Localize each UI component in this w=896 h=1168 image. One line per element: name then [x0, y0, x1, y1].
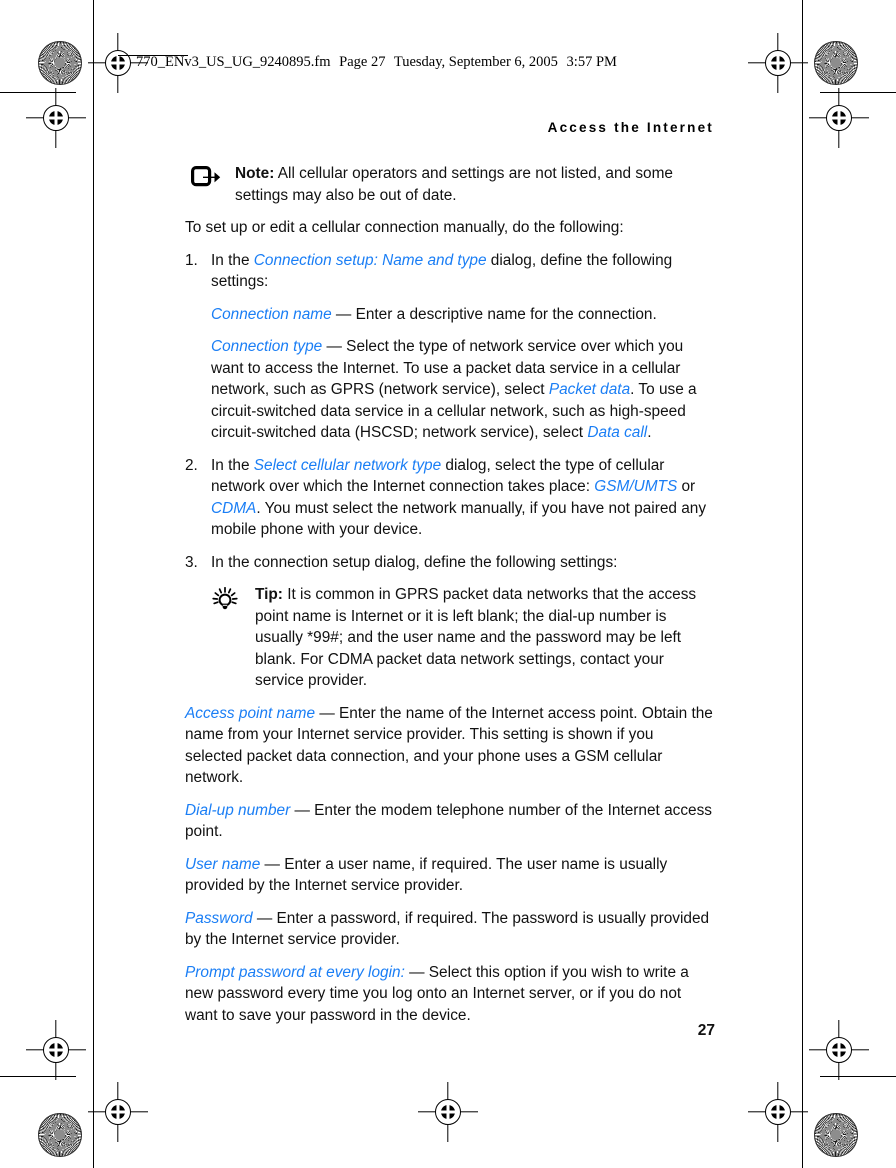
- trim-rule-left-lower: [0, 1076, 76, 1077]
- step2-ui-reference: Select cellular network type: [253, 456, 442, 474]
- step2-lead-a: In the: [211, 456, 254, 474]
- note-callout: Note: All cellular operators and setting…: [185, 163, 715, 206]
- setting-term-connection-name: Connection name: [211, 305, 332, 323]
- setting-body-connection-type-c: .: [647, 424, 652, 441]
- step-number-2: 2.: [185, 456, 198, 474]
- setting-connection-name: Connection name — Enter a descriptive na…: [211, 304, 715, 326]
- setting-password: Password — Enter a password, if required…: [185, 908, 715, 951]
- step-number-3: 3.: [185, 553, 198, 571]
- step-text-2: In the Select cellular network type dial…: [211, 455, 715, 541]
- trim-rule-left-upper: [0, 92, 76, 93]
- list-item: 2. In the Select cellular network type d…: [185, 455, 715, 541]
- list-item: 3. In the connection setup dialog, defin…: [185, 552, 715, 574]
- trim-rule-right-lower: [820, 1076, 896, 1077]
- note-arrow-icon: [191, 166, 221, 193]
- step-number-1: 1.: [185, 251, 198, 269]
- note-body: All cellular operators and settings are …: [235, 165, 673, 204]
- setting-access-point-name: Access point name — Enter the name of th…: [185, 703, 715, 789]
- step1-ui-reference: Connection setup: Name and type: [253, 251, 487, 269]
- note-text: Note: All cellular operators and setting…: [235, 163, 715, 206]
- setting-term-password: Password: [185, 909, 253, 927]
- setting-prompt-password: Prompt password at every login: — Select…: [185, 962, 715, 1027]
- slug-time: 3:57 PM: [566, 54, 617, 70]
- note-label: Note:: [235, 165, 275, 182]
- document-content: Access the Internet Note: All cellular o…: [185, 120, 715, 1037]
- step2-tail: . You must select the network manually, …: [211, 499, 707, 539]
- page-edge-left-rule: [93, 0, 94, 1168]
- setting-body-password: — Enter a password, if required. The pas…: [185, 909, 710, 949]
- slug-filename: 770_ENv3_US_UG_9240895.fm: [136, 54, 331, 70]
- setting-term-prompt-password: Prompt password at every login:: [185, 963, 405, 981]
- starburst-mark-top-right: [814, 41, 858, 85]
- ui-reference-cdma: CDMA: [211, 499, 257, 517]
- tip-callout: Tip: It is common in GPRS packet data ne…: [185, 584, 715, 692]
- slug-line: 770_ENv3_US_UG_9240895.fm Page 27 Tuesda…: [136, 54, 617, 71]
- page-number: 27: [697, 1022, 715, 1039]
- running-head: Access the Internet: [547, 120, 714, 135]
- slug-page-label: Page 27: [339, 54, 386, 70]
- starburst-mark-top-left: [38, 41, 82, 85]
- step2-mid: or: [677, 478, 696, 495]
- list-item: 1. In the Connection setup: Name and typ…: [185, 250, 715, 293]
- setting-term-user-name: User name: [185, 855, 261, 873]
- printed-page: 770_ENv3_US_UG_9240895.fm Page 27 Tuesda…: [0, 0, 896, 1168]
- tip-text: Tip: It is common in GPRS packet data ne…: [255, 584, 715, 692]
- setting-dial-up-number: Dial-up number — Enter the modem telepho…: [185, 800, 715, 843]
- tip-label: Tip:: [255, 586, 283, 603]
- setting-connection-type: Connection type — Select the type of net…: [211, 336, 715, 444]
- step-text-3: In the connection setup dialog, define t…: [211, 553, 618, 571]
- starburst-mark-bottom-right: [814, 1113, 858, 1157]
- setting-term-connection-type: Connection type: [211, 338, 323, 355]
- step-text-1: In the Connection setup: Name and type d…: [211, 250, 715, 293]
- procedure-list: 1. In the Connection setup: Name and typ…: [185, 250, 715, 574]
- trim-rule-right-upper: [820, 92, 896, 93]
- step1-lead-a: In the: [211, 251, 254, 269]
- page-edge-right-rule: [802, 0, 803, 1168]
- slug-date: Tuesday, September 6, 2005: [393, 54, 558, 70]
- intro-paragraph: To set up or edit a cellular connection …: [185, 219, 624, 236]
- ui-reference-gsm-umts: GSM/UMTS: [594, 478, 678, 495]
- starburst-mark-bottom-left: [38, 1113, 82, 1157]
- ui-reference-data-call: Data call: [587, 424, 648, 441]
- setting-term-access-point-name: Access point name: [185, 704, 316, 722]
- setting-body-connection-name: — Enter a descriptive name for the conne…: [331, 305, 657, 323]
- lightbulb-icon: [211, 586, 241, 618]
- setting-user-name: User name — Enter a user name, if requir…: [185, 854, 715, 897]
- tip-body: It is common in GPRS packet data network…: [255, 586, 697, 689]
- setting-term-dial-up-number: Dial-up number: [185, 801, 291, 819]
- ui-reference-packet-data: Packet data: [548, 381, 631, 398]
